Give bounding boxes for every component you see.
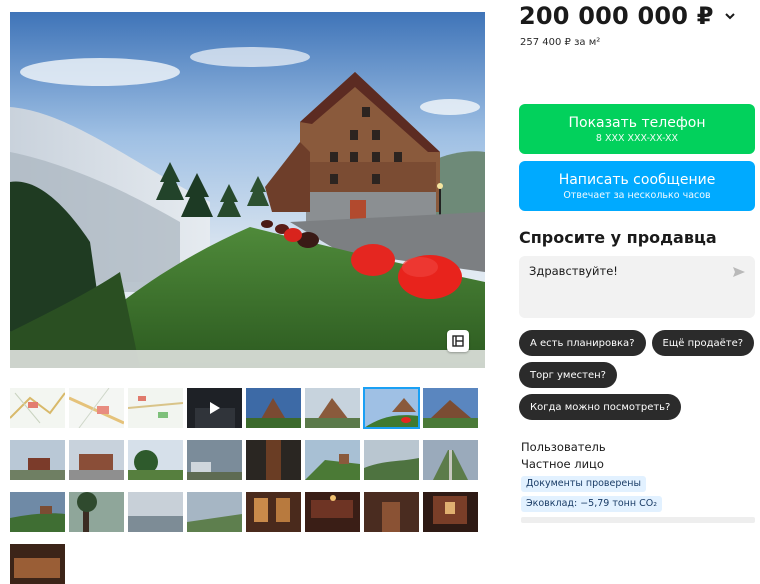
quick-question-chip[interactable]: А есть планировка?	[519, 330, 646, 356]
next-section-edge	[521, 517, 755, 523]
thumbnail-photo[interactable]	[69, 440, 124, 480]
thumbnail-plan-3[interactable]	[128, 388, 183, 428]
thumbnail-strip	[10, 387, 482, 584]
write-message-label: Написать сообщение	[558, 171, 716, 188]
thumbnail-photo-active[interactable]	[363, 387, 420, 429]
thumbnail-photo[interactable]	[423, 440, 478, 480]
thumbnail-photo[interactable]	[423, 492, 478, 532]
thumbnail-photo[interactable]	[246, 440, 301, 480]
price[interactable]: 200 000 000 ₽	[519, 2, 736, 30]
quick-question-chip[interactable]: Ещё продаёте?	[651, 330, 755, 356]
thumbnail-video[interactable]	[187, 388, 242, 428]
send-arrow-icon[interactable]	[732, 265, 746, 279]
expand-icon	[452, 335, 464, 347]
eco-contribution-badge[interactable]: Эковклад: −5,79 тонн CO₂	[521, 496, 663, 512]
chevron-down-icon[interactable]	[724, 10, 736, 22]
quick-questions: А есть планировка? Ещё продаёте? Торг ум…	[519, 330, 759, 420]
thumbnail-photo[interactable]	[10, 544, 65, 584]
seller-name[interactable]: Пользователь	[521, 440, 606, 454]
documents-verified-badge: Документы проверены	[521, 476, 646, 492]
write-message-button[interactable]: Написать сообщение Отвечает за несколько…	[519, 161, 755, 211]
message-box[interactable]	[519, 256, 755, 318]
thumbnail-photo[interactable]	[187, 440, 242, 480]
main-photo-image	[10, 12, 485, 368]
show-phone-label: Показать телефон	[568, 114, 706, 131]
play-icon	[209, 402, 220, 414]
thumbnail-photo[interactable]	[128, 492, 183, 532]
fullscreen-button[interactable]	[447, 330, 469, 352]
thumbnail-photo[interactable]	[246, 492, 301, 532]
main-photo[interactable]	[10, 12, 485, 368]
thumbnail-photo[interactable]	[305, 388, 360, 428]
message-input[interactable]	[529, 262, 719, 280]
thumbnail-photo[interactable]	[10, 440, 65, 480]
ask-seller-title: Спросите у продавца	[519, 228, 717, 247]
seller-type: Частное лицо	[521, 457, 604, 471]
quick-question-chip[interactable]: Торг уместен?	[519, 362, 617, 388]
thumbnail-photo[interactable]	[10, 492, 65, 532]
thumbnail-photo[interactable]	[364, 492, 419, 532]
thumbnail-plan-2[interactable]	[69, 388, 124, 428]
thumbnail-photo[interactable]	[305, 440, 360, 480]
price-per-square-meter: 257 400 ₽ за м²	[520, 37, 601, 48]
thumbnail-photo[interactable]	[187, 492, 242, 532]
price-value: 200 000 000 ₽	[519, 2, 714, 30]
thumbnail-photo[interactable]	[69, 492, 124, 532]
phone-masked: 8 XXX XXX-XX-XX	[595, 132, 679, 144]
thumbnail-photo[interactable]	[364, 440, 419, 480]
thumbnail-plan-1[interactable]	[10, 388, 65, 428]
thumbnail-photo[interactable]	[246, 388, 301, 428]
thumbnail-photo[interactable]	[423, 388, 478, 428]
thumbnail-photo[interactable]	[305, 492, 360, 532]
quick-question-chip[interactable]: Когда можно посмотреть?	[519, 394, 682, 420]
thumbnail-photo[interactable]	[128, 440, 183, 480]
response-time: Отвечает за несколько часов	[563, 189, 711, 201]
show-phone-button[interactable]: Показать телефон 8 XXX XXX-XX-XX	[519, 104, 755, 154]
